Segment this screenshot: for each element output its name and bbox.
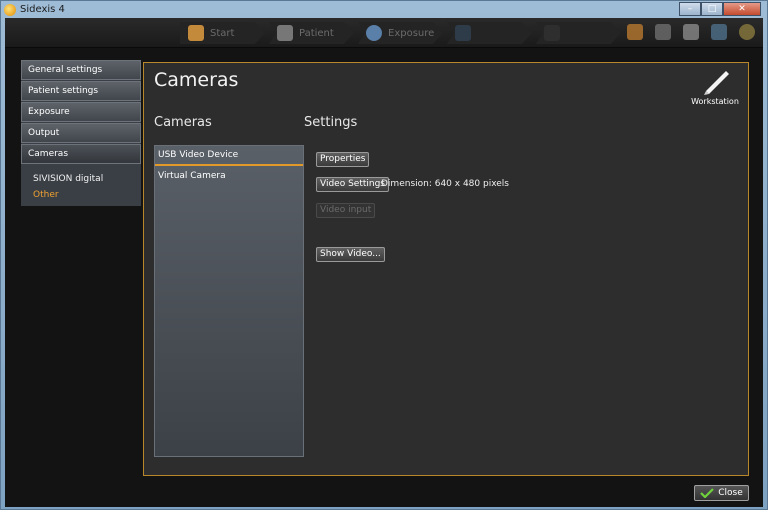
title-bar: Sidexis 4 – □ ✕ [1, 1, 767, 18]
submenu-item-sivision-digital[interactable]: SIVISION digital [33, 171, 141, 187]
video-settings-button[interactable]: Video Settings [316, 177, 389, 192]
show-video-button[interactable]: Show Video... [316, 247, 385, 262]
page-title: Cameras [154, 69, 239, 91]
device-icon[interactable] [683, 24, 699, 40]
settings-menu: General settings Patient settings Exposu… [21, 60, 141, 206]
examine-icon [455, 25, 471, 41]
step-output[interactable] [536, 22, 621, 44]
app-body: Start Patient Exposure General settings … [5, 18, 763, 507]
video-input-button: Video input [316, 203, 376, 218]
menu-item-output[interactable]: Output [21, 123, 141, 143]
patient-icon [277, 25, 293, 41]
toolbar-icons [627, 24, 755, 40]
camera-list-item[interactable]: Virtual Camera [155, 166, 303, 186]
minimize-button[interactable]: – [679, 2, 701, 16]
maximize-button[interactable]: □ [701, 2, 723, 16]
menu-item-exposure[interactable]: Exposure [21, 102, 141, 122]
step-label: Patient [299, 27, 334, 39]
settings-heading: Settings [304, 115, 358, 130]
user-icon[interactable] [739, 24, 755, 40]
dimension-text: Dimension: 640 x 480 pixels [381, 179, 509, 189]
app-window: Sidexis 4 – □ ✕ Start Patient Exposure G… [0, 0, 768, 510]
cameras-heading: Cameras [154, 115, 212, 130]
pen-icon [704, 71, 729, 95]
cameras-submenu: SIVISION digital Other [21, 165, 141, 203]
close-window-button[interactable]: ✕ [723, 2, 761, 16]
menu-item-patient-settings[interactable]: Patient settings [21, 81, 141, 101]
workstation-label: Workstation [691, 97, 739, 106]
workflow-bar: Start Patient Exposure [5, 18, 763, 48]
camera-list: USB Video Device Virtual Camera [154, 145, 304, 457]
book-icon[interactable] [627, 24, 643, 40]
monitor-icon[interactable] [711, 24, 727, 40]
workstation-indicator[interactable]: Workstation [688, 67, 742, 106]
camera-list-item[interactable]: USB Video Device [155, 146, 303, 166]
exposure-icon [366, 25, 382, 41]
step-label: Start [210, 27, 235, 39]
window-controls: – □ ✕ [679, 2, 761, 16]
close-label: Close [718, 488, 743, 498]
checkmark-icon [700, 488, 715, 498]
step-label: Exposure [388, 27, 435, 39]
properties-button[interactable]: Properties [316, 152, 370, 167]
close-button[interactable]: Close [694, 485, 749, 501]
step-examine[interactable] [447, 22, 532, 44]
output-icon [544, 25, 560, 41]
wrench-icon[interactable] [655, 24, 671, 40]
sidexis-app-icon [4, 3, 16, 16]
step-exposure[interactable]: Exposure [358, 22, 443, 44]
workflow-steps: Start Patient Exposure [180, 22, 625, 44]
menu-item-cameras[interactable]: Cameras [21, 144, 141, 164]
step-patient[interactable]: Patient [269, 22, 354, 44]
cameras-panel: Cameras Workstation Cameras Settings USB… [143, 62, 749, 476]
menu-item-general-settings[interactable]: General settings [21, 60, 141, 80]
submenu-item-other[interactable]: Other [33, 187, 141, 203]
start-icon [188, 25, 204, 41]
step-start[interactable]: Start [180, 22, 265, 44]
window-title: Sidexis 4 [20, 4, 65, 15]
